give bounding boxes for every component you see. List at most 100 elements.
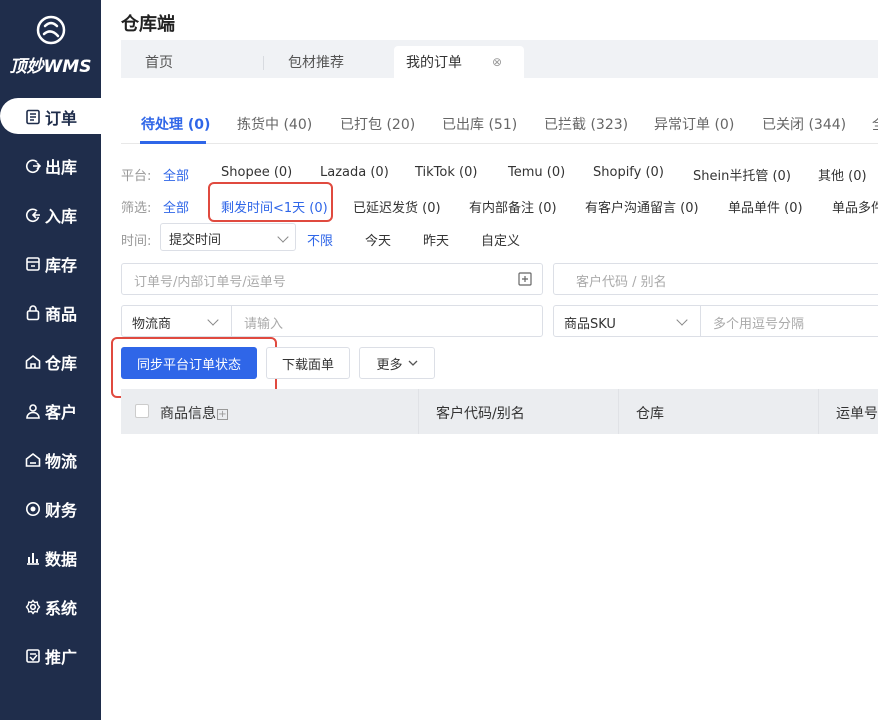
- app-logo[interactable]: 顶妙WMS: [0, 14, 101, 77]
- status-tab-all[interactable]: 全: [872, 114, 878, 134]
- sidebar-item-label: 推广: [45, 647, 78, 667]
- filter-option-customer-message[interactable]: 有客户沟通留言 (0): [585, 197, 699, 216]
- sku-search-combo: 商品SKU 多个用逗号分隔: [553, 305, 878, 337]
- customer-search-input[interactable]: 客户代码 / 别名: [553, 263, 878, 295]
- time-label: 时间:: [121, 234, 152, 249]
- order-search-input[interactable]: 订单号/内部订单号/运单号: [121, 263, 543, 295]
- sidebar-item-label: 订单: [45, 108, 78, 128]
- filter-option-single-multi[interactable]: 单品多件: [832, 197, 878, 216]
- time-option-custom[interactable]: 自定义: [481, 230, 520, 249]
- sidebar-item-customers[interactable]: 客户: [0, 386, 101, 435]
- filter-label: 筛选:: [121, 201, 152, 216]
- platform-option-other[interactable]: 其他 (0): [818, 165, 867, 184]
- settings-icon: [24, 598, 42, 616]
- finance-icon: [24, 500, 42, 518]
- time-type-select[interactable]: 提交时间: [160, 223, 296, 251]
- data-icon: [24, 549, 42, 567]
- sidebar-item-inventory[interactable]: 库存: [0, 239, 101, 288]
- status-tab-exception[interactable]: 异常订单 (0): [654, 114, 734, 134]
- sku-input[interactable]: 多个用逗号分隔: [701, 306, 816, 336]
- sidebar-item-orders[interactable]: 订单: [0, 92, 114, 141]
- sidebar-item-finance[interactable]: 财务: [0, 484, 101, 533]
- batch-input-icon[interactable]: [518, 272, 532, 286]
- column-header-warehouse: 仓库: [636, 406, 664, 422]
- time-option-any[interactable]: 不限: [307, 230, 333, 249]
- sidebar-item-warehouse[interactable]: 仓库: [0, 337, 101, 386]
- platform-option-tiktok[interactable]: TikTok (0): [415, 165, 477, 180]
- column-header-customer: 客户代码/别名: [436, 406, 525, 422]
- expand-icon[interactable]: +: [217, 409, 228, 420]
- status-tab-pending[interactable]: 待处理 (0): [141, 114, 210, 134]
- platform-option-all[interactable]: 全部: [163, 165, 189, 184]
- status-tab-shipped[interactable]: 已出库 (51): [442, 114, 517, 134]
- page-tabs: 首页 包材推荐 我的订单 ⊗: [121, 40, 878, 78]
- more-button[interactable]: 更多: [359, 347, 435, 379]
- status-tab-intercepted[interactable]: 已拦截 (323): [544, 114, 628, 134]
- promotion-icon: [24, 647, 42, 665]
- select-all-checkbox[interactable]: [135, 404, 149, 418]
- highlight-box-filter: [208, 182, 333, 222]
- sidebar-item-outbound[interactable]: 出库: [0, 141, 101, 190]
- carrier-search-combo: 物流商 请输入: [121, 305, 543, 337]
- filter-option-single-item[interactable]: 单品单件 (0): [728, 197, 803, 216]
- orders-table-header: 商品信息 + 客户代码/别名 仓库 运单号: [121, 389, 878, 434]
- sidebar-item-label: 库存: [45, 255, 78, 275]
- logistics-icon: [24, 451, 42, 469]
- tab-label: 首页: [145, 55, 173, 71]
- warehouse-icon: [24, 353, 42, 371]
- carrier-select[interactable]: 物流商: [122, 306, 232, 336]
- outbound-icon: [24, 157, 42, 175]
- platform-option-shopify[interactable]: Shopify (0): [593, 165, 664, 180]
- page-title: 仓库端: [121, 14, 175, 35]
- sidebar-item-label: 系统: [45, 598, 78, 618]
- tab-home[interactable]: 首页: [145, 46, 173, 78]
- time-option-today[interactable]: 今天: [365, 230, 391, 249]
- download-button-label: 下载面单: [281, 357, 334, 373]
- sku-input-placeholder: 多个用逗号分隔: [713, 317, 805, 332]
- chevron-down-icon: [676, 314, 688, 326]
- filter-option-all[interactable]: 全部: [163, 197, 189, 216]
- column-header-tracking: 运单号: [836, 406, 878, 422]
- sku-select-value: 商品SKU: [564, 317, 616, 332]
- sidebar-item-promotion[interactable]: 推广: [0, 631, 101, 680]
- column-header-product: 商品信息 +: [160, 403, 228, 423]
- chevron-down-icon: [408, 360, 417, 366]
- filter-option-internal-note[interactable]: 有内部备注 (0): [469, 197, 557, 216]
- platform-option-temu[interactable]: Temu (0): [508, 165, 565, 180]
- sidebar-item-label: 财务: [45, 500, 78, 520]
- sidebar-nav: 订单 出库 入库 库存 商品 仓库 客户 物流 财务 数据 系统 推广: [0, 92, 114, 680]
- download-label-button[interactable]: 下载面单: [266, 347, 350, 379]
- filter-option-delayed[interactable]: 已延迟发货 (0): [353, 197, 441, 216]
- carrier-select-value: 物流商: [132, 317, 172, 332]
- carrier-input[interactable]: 请输入: [232, 306, 295, 336]
- sidebar-item-inbound[interactable]: 入库: [0, 190, 101, 239]
- sidebar-item-label: 物流: [45, 451, 78, 471]
- platform-option-lazada[interactable]: Lazada (0): [320, 165, 389, 180]
- platform-label: 平台:: [121, 169, 152, 184]
- sidebar-item-label: 出库: [45, 157, 78, 177]
- tab-my-orders[interactable]: 我的订单 ⊗: [394, 46, 524, 78]
- status-tab-picking[interactable]: 拣货中 (40): [237, 114, 312, 134]
- status-tab-closed[interactable]: 已关闭 (344): [762, 114, 846, 134]
- sidebar-item-products[interactable]: 商品: [0, 288, 101, 337]
- column-header-label: 商品信息: [160, 406, 216, 422]
- status-tab-packed[interactable]: 已打包 (20): [340, 114, 415, 134]
- tab-packaging[interactable]: 包材推荐: [288, 46, 344, 78]
- close-icon[interactable]: ⊗: [492, 55, 502, 69]
- carrier-input-placeholder: 请输入: [244, 317, 284, 332]
- platform-option-shopee[interactable]: Shopee (0): [221, 165, 292, 180]
- logo-text: 顶妙WMS: [9, 57, 92, 77]
- column-divider: [618, 389, 619, 434]
- time-option-yesterday[interactable]: 昨天: [423, 230, 449, 249]
- sidebar-item-data[interactable]: 数据: [0, 533, 101, 582]
- inbound-icon: [24, 206, 42, 224]
- tab-label: 包材推荐: [288, 55, 344, 71]
- tab-divider: [263, 56, 264, 70]
- sidebar-item-system[interactable]: 系统: [0, 582, 101, 631]
- order-icon: [24, 108, 42, 126]
- sku-select[interactable]: 商品SKU: [554, 306, 701, 336]
- sidebar-item-logistics[interactable]: 物流: [0, 435, 101, 484]
- platform-option-shein[interactable]: Shein半托管 (0): [693, 165, 791, 184]
- product-icon: [24, 304, 42, 322]
- column-divider: [818, 389, 819, 434]
